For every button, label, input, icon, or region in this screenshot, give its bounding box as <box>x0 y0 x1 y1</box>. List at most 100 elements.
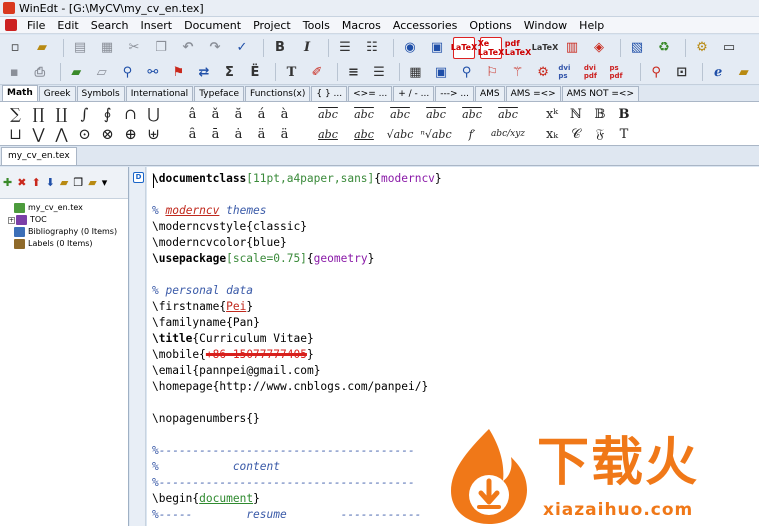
symbol-coprod[interactable]: ∐ <box>50 105 73 123</box>
symbol-dddot[interactable]: ä <box>273 127 296 142</box>
table-icon[interactable]: ▦ <box>405 61 426 83</box>
symbol-biguplus[interactable]: ⊎ <box>142 125 165 143</box>
bookmark-icon[interactable]: ⚑ <box>168 61 189 83</box>
tab-ams-relations[interactable]: AMS =<> <box>505 86 561 101</box>
symbol-ddot[interactable]: ä <box>250 127 273 142</box>
symbol-acute[interactable]: á <box>250 107 273 122</box>
symbol-bigcup[interactable]: ⋃ <box>142 105 165 123</box>
symbol-underbrace[interactable]: abc <box>310 128 346 141</box>
menu-help[interactable]: Help <box>573 17 610 34</box>
save-icon[interactable]: ▪ <box>4 61 25 83</box>
menu-search[interactable]: Search <box>85 17 135 34</box>
menu-accessories[interactable]: Accessories <box>387 17 463 34</box>
tab-operators[interactable]: + / - ... <box>393 86 435 101</box>
copy-icon[interactable]: ❐ <box>150 37 172 59</box>
tree-item-root[interactable]: my_cv_en.tex <box>8 202 128 214</box>
menu-edit[interactable]: Edit <box>51 17 84 34</box>
symbol-subscript[interactable]: xₖ <box>540 127 564 142</box>
tab-greek[interactable]: Greek <box>38 86 76 101</box>
symbol-tilde[interactable]: ȃ <box>181 127 204 142</box>
redo-icon[interactable]: ↷ <box>204 37 226 59</box>
numbered-list-icon[interactable]: ☷ <box>361 37 383 59</box>
tab-braces[interactable]: { } ... <box>311 86 348 101</box>
tree-item-bibliography[interactable]: Bibliography (0 Items) <box>8 226 128 238</box>
pspdf-button[interactable]: ps pdf <box>609 61 630 83</box>
new-file-icon[interactable]: ▫ <box>4 37 26 59</box>
symbol-oint[interactable]: ∮ <box>96 105 119 123</box>
symbol-bigwedge[interactable]: ⋀ <box>50 125 73 143</box>
symbol-prod[interactable]: ∏ <box>27 105 50 123</box>
latex-compile-button[interactable]: LaTeX <box>532 37 558 59</box>
latex-button[interactable]: LaTeX <box>451 36 477 59</box>
recycle-icon[interactable]: ♻ <box>653 37 675 59</box>
move-up-icon[interactable]: ⬆ <box>31 176 40 189</box>
symbol-int[interactable]: ∫ <box>73 105 96 123</box>
tree-item-labels[interactable]: Labels (0 Items) <box>8 238 128 250</box>
dvipdf-button[interactable]: dvi pdf <box>584 61 605 83</box>
image-icon[interactable]: ▣ <box>426 37 448 59</box>
open-folder-icon[interactable]: ▰ <box>31 37 53 59</box>
tab-my-cv-en-tex[interactable]: my_cv_en.tex <box>1 147 77 165</box>
menu-macros[interactable]: Macros <box>336 17 387 34</box>
symbol-mathcal-c[interactable]: 𝒞 <box>564 127 588 142</box>
move-down-icon[interactable]: ⬇ <box>46 176 55 189</box>
internet-explorer-icon[interactable]: ℯ <box>708 61 729 83</box>
expand-icon[interactable]: + <box>8 216 15 224</box>
tree-open-icon[interactable]: ▰ <box>88 176 96 189</box>
symbol-overleftarrow[interactable]: abc <box>418 108 454 121</box>
open-project-icon[interactable]: ▰ <box>66 61 87 83</box>
tree-dropdown-icon[interactable]: ▾ <box>102 176 108 189</box>
symbol-mathbb-n[interactable]: ℕ <box>564 107 588 122</box>
symbol-widetilde[interactable]: abc <box>346 108 382 121</box>
bibtex-icon[interactable]: ▥ <box>561 37 583 59</box>
symbol-bigodot[interactable]: ⊙ <box>73 125 96 143</box>
spell-check-icon[interactable]: ✓ <box>231 37 253 59</box>
close-project-icon[interactable]: ▱ <box>92 61 113 83</box>
preview-icon[interactable]: ⚲ <box>456 61 477 83</box>
forward-search-icon[interactable]: ⚐ <box>482 61 503 83</box>
typewriter-button[interactable]: T <box>281 61 302 83</box>
symbol-bigoplus[interactable]: ⊕ <box>119 125 142 143</box>
symbol-bigcap[interactable]: ∩ <box>119 105 142 123</box>
acrobat-icon[interactable]: ⚙ <box>533 61 554 83</box>
tab-relations[interactable]: <>= ... <box>348 86 393 101</box>
symbol-hat[interactable]: â <box>181 107 204 122</box>
document-list-icon[interactable]: ▦ <box>96 37 118 59</box>
console-icon[interactable]: ▭ <box>718 37 740 59</box>
symbol-overbrace[interactable]: abc <box>490 108 526 121</box>
tree-item-toc[interactable]: + TOC <box>8 214 128 226</box>
symbol-bigsqcup[interactable]: ⊔ <box>4 125 27 143</box>
document-system-icon[interactable] <box>5 19 17 31</box>
symbol-mathfrak-f[interactable]: 𝔉 <box>588 127 612 142</box>
symbol-overrightarrow[interactable]: abc <box>454 108 490 121</box>
tab-ams[interactable]: AMS <box>474 86 505 101</box>
xelatex-button[interactable]: Xe LaTeX <box>478 36 504 59</box>
explore-icon[interactable]: ⊡ <box>671 61 692 83</box>
math-mode-icon[interactable]: ✐ <box>307 61 328 83</box>
tab-ams-not-relations[interactable]: AMS NOT =<> <box>561 86 639 101</box>
menu-file[interactable]: File <box>21 17 51 34</box>
symbol-mathbf-b[interactable]: B <box>612 107 636 122</box>
menu-document[interactable]: Document <box>178 17 247 34</box>
tab-arrows[interactable]: ---> ... <box>435 86 474 101</box>
ddot-button[interactable]: Ë <box>245 61 266 83</box>
add-file-icon[interactable]: ✚ <box>3 176 12 189</box>
bullet-list-icon[interactable]: ☰ <box>334 37 356 59</box>
replace-icon[interactable]: ⇄ <box>194 61 215 83</box>
dvips-button[interactable]: dvi ps <box>558 61 579 83</box>
symbol-nth-root[interactable]: ⁿ√abc <box>418 128 454 141</box>
window-icon[interactable]: ▣ <box>431 61 452 83</box>
cut-icon[interactable]: ✂ <box>123 37 145 59</box>
italic-button[interactable]: I <box>296 37 318 59</box>
find-in-files-icon[interactable]: ⚯ <box>143 61 164 83</box>
tab-international[interactable]: International <box>125 86 194 101</box>
remove-file-icon[interactable]: ✖ <box>17 176 26 189</box>
globe-icon[interactable]: ◉ <box>399 37 421 59</box>
menu-window[interactable]: Window <box>518 17 573 34</box>
find-icon[interactable]: ⚲ <box>117 61 138 83</box>
clean-icon[interactable]: ⚲ <box>646 61 667 83</box>
tree-folder-icon[interactable]: ▰ <box>60 176 68 189</box>
tab-math[interactable]: Math <box>2 85 38 101</box>
symbol-underline[interactable]: abc <box>346 128 382 141</box>
options-icon[interactable]: ⚙ <box>691 37 713 59</box>
